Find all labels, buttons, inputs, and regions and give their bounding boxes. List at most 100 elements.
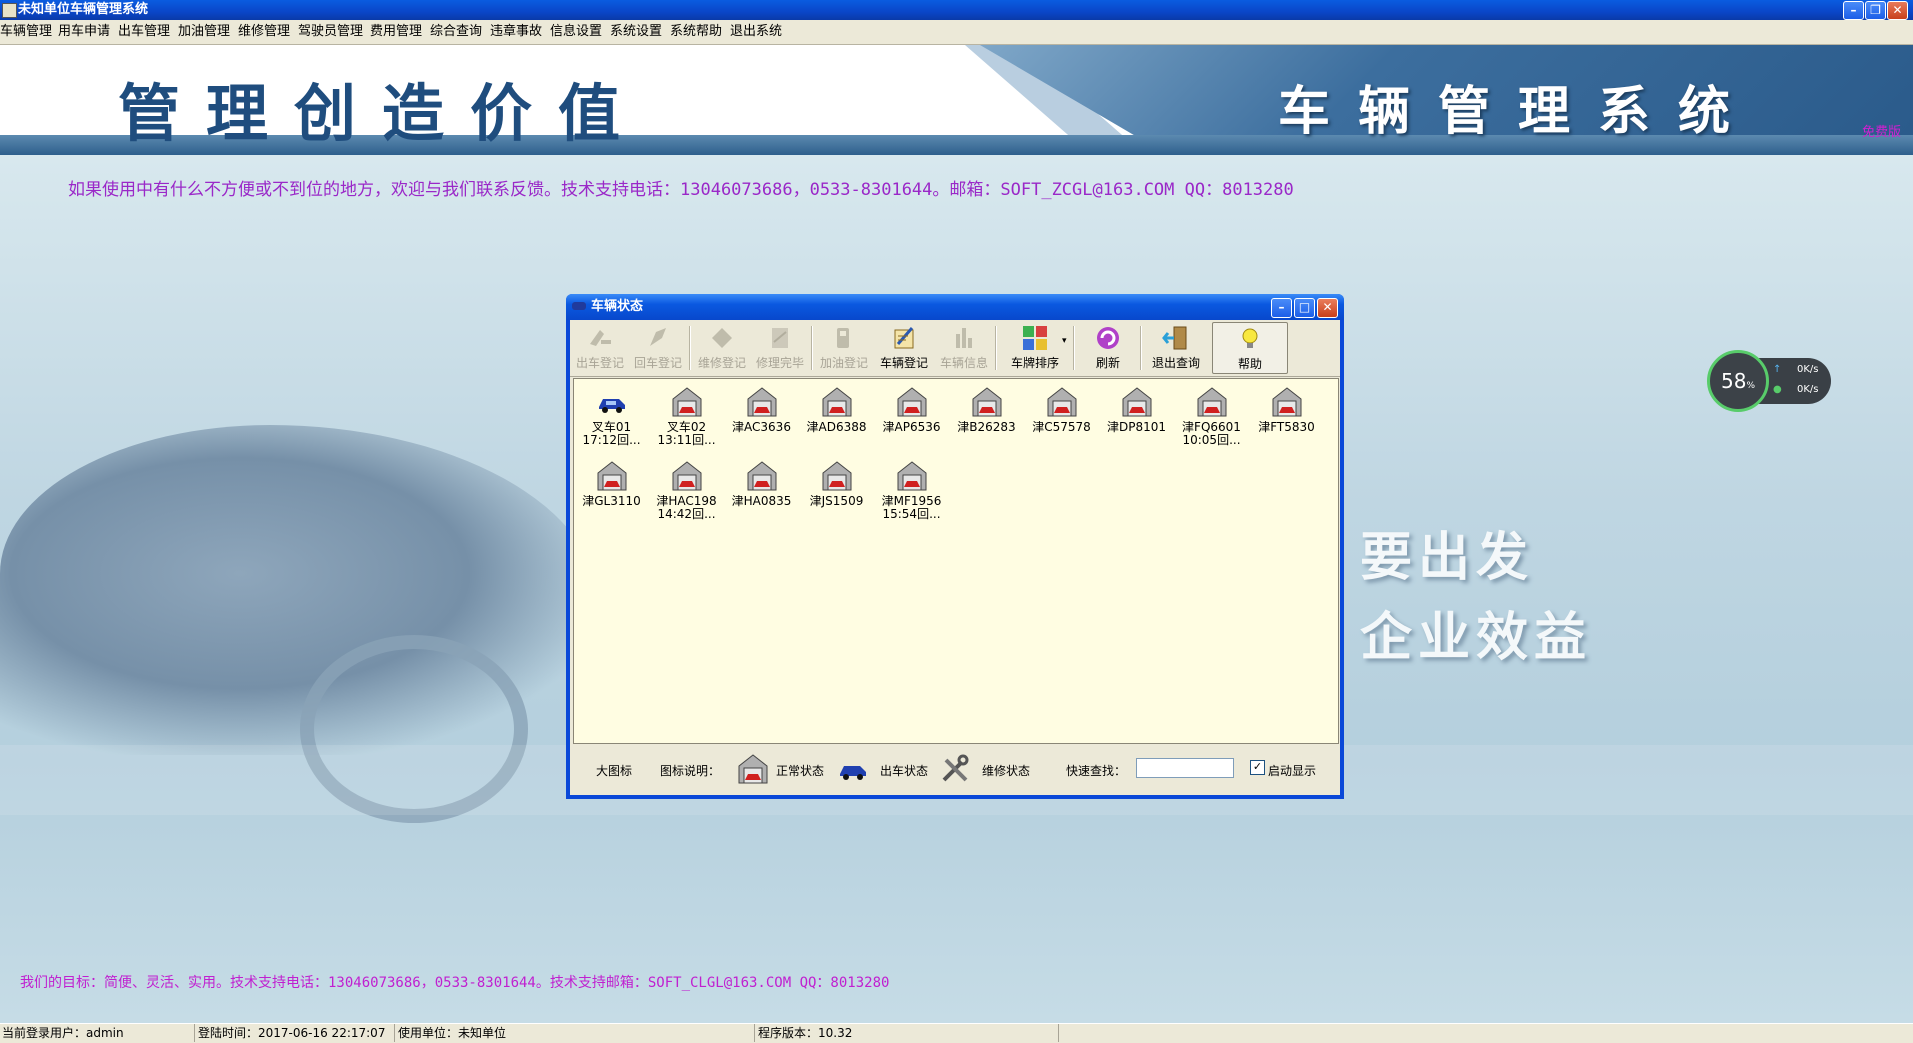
vehicle-item[interactable]: 津DP8101 <box>1099 385 1174 434</box>
repair-register-button[interactable]: 维修登记 <box>694 322 750 372</box>
menu-fuel[interactable]: 加油管理 <box>178 20 230 44</box>
menu-driver[interactable]: 驾驶员管理 <box>298 20 363 44</box>
status-unit: 使用单位：未知单位 <box>396 1024 755 1042</box>
vehicle-item[interactable]: 叉车01 17:12回... <box>574 385 649 447</box>
menu-info-settings[interactable]: 信息设置 <box>550 20 602 44</box>
garage-icon <box>738 754 768 784</box>
title-bar: 未知单位车辆管理系统 – ❐ ✕ <box>0 0 1913 20</box>
vehicle-item[interactable]: 津C57578 <box>1024 385 1099 434</box>
app-icon <box>2 3 17 18</box>
support-notice-top: 如果使用中有什么不方便或不到位的地方，欢迎与我们联系反馈。技术支持电话：1304… <box>68 180 1294 200</box>
vehicle-item[interactable]: 津HAC198 14:42回... <box>649 459 724 521</box>
restore-button[interactable]: ❐ <box>1865 1 1886 20</box>
usage-ring: 58% <box>1707 350 1769 412</box>
fuel-register-button[interactable]: 加油登记 <box>816 322 872 372</box>
register-icon <box>894 327 914 349</box>
vehicle-label: 津GL3110 <box>582 494 641 508</box>
garage-icon <box>822 461 851 491</box>
vehicle-label: 津HAC198 14:42回... <box>656 494 717 521</box>
vehicle-item[interactable]: 津AP6536 <box>874 385 949 434</box>
toolbar-separator <box>1140 326 1142 370</box>
menu-violation[interactable]: 违章事故 <box>490 20 542 44</box>
view-mode-button[interactable]: 大图标 <box>596 762 632 779</box>
dialog-title-bar[interactable]: 车辆状态 – □ ✕ <box>566 294 1344 320</box>
exit-query-button[interactable]: 退出查询 <box>1144 322 1208 372</box>
fuel-icon <box>837 328 849 348</box>
chevron-down-icon[interactable]: ▾ <box>1062 336 1067 346</box>
vehicle-item[interactable]: 津AD6388 <box>799 385 874 434</box>
menu-dispatch[interactable]: 出车管理 <box>118 20 170 44</box>
legend-normal: 正常状态 <box>776 764 825 778</box>
vehicle-item[interactable]: 津AC3636 <box>724 385 799 434</box>
vehicle-info-label: 车辆信息 <box>939 356 988 370</box>
car-icon <box>572 302 586 310</box>
menu-exit[interactable]: 退出系统 <box>730 20 782 44</box>
menu-vehicle-request[interactable]: 用车申请 <box>58 20 110 44</box>
exit-query-label: 退出查询 <box>1151 356 1200 370</box>
vehicle-item[interactable]: 津JS1509 <box>799 459 874 508</box>
dialog-body: 出车登记 回车登记 维修登记 修理完毕 加油登记 车辆登记 车辆信息 车牌排序 … <box>570 320 1340 795</box>
garage-icon <box>1197 387 1226 417</box>
banner: 管理创造价值 车辆管理系统 免费版 <box>0 45 1913 155</box>
network-speed-widget[interactable]: 58% ↑ 0K/s ● 0K/s <box>1707 350 1831 412</box>
vehicle-label: 津AD6388 <box>806 420 867 434</box>
vehicle-label: 津FT5830 <box>1258 420 1315 434</box>
menu-repair[interactable]: 维修管理 <box>238 20 290 44</box>
vehicle-label: 津MF1956 15:54回... <box>881 494 942 521</box>
vehicle-label: 津C57578 <box>1032 420 1091 434</box>
status-login-time: 登陆时间：2017-06-16 22:17:07 <box>196 1024 395 1042</box>
sort-icon <box>1023 326 1047 350</box>
dialog-maximize-button[interactable]: □ <box>1294 298 1315 318</box>
startup-display-checkbox[interactable]: ✓ <box>1250 760 1265 775</box>
vehicle-grid: 叉车01 17:12回... 叉车02 13:11回... 津AC3636 津A… <box>573 378 1339 744</box>
banner-system-name: 车辆管理系统 <box>1278 81 1759 142</box>
vehicle-register-button[interactable]: 车辆登记 <box>874 322 934 372</box>
menu-help[interactable]: 系统帮助 <box>670 20 722 44</box>
dialog-close-button[interactable]: ✕ <box>1317 298 1338 318</box>
menu-system-settings[interactable]: 系统设置 <box>610 20 662 44</box>
toolbar-separator <box>1073 326 1075 370</box>
quick-search-input[interactable] <box>1136 758 1234 778</box>
status-user: 当前登录用户：admin <box>0 1024 195 1042</box>
vehicle-info-button[interactable]: 车辆信息 <box>936 322 992 372</box>
usage-percent: 58 <box>1720 369 1747 393</box>
garage-icon <box>897 387 926 417</box>
vehicle-item[interactable]: 叉车02 13:11回... <box>649 385 724 447</box>
vehicle-item[interactable]: 津HA0835 <box>724 459 799 508</box>
vehicle-item[interactable]: 津FQ6601 10:05回... <box>1174 385 1249 447</box>
depart-register-button[interactable]: 出车登记 <box>572 322 628 372</box>
status-bar: 当前登录用户：admin 登陆时间：2017-06-16 22:17:07 使用… <box>0 1023 1913 1043</box>
help-label: 帮助 <box>1237 357 1262 371</box>
menu-expense[interactable]: 费用管理 <box>370 20 422 44</box>
startup-display-label: 启动显示 <box>1268 764 1317 778</box>
usage-unit: % <box>1746 381 1755 391</box>
toolbar-separator <box>811 326 813 370</box>
toolbar-separator <box>689 326 691 370</box>
vehicle-item[interactable]: 津B26283 <box>949 385 1024 434</box>
return-icon <box>650 328 666 346</box>
status-version: 程序版本：10.32 <box>756 1024 1059 1042</box>
vehicle-label: 叉车01 17:12回... <box>582 420 641 447</box>
menu-vehicle-management[interactable]: 车辆管理 <box>0 20 52 44</box>
support-notice-bottom: 我们的目标：简便、灵活、实用。技术支持电话：13046073686，0533-8… <box>20 975 890 991</box>
vehicle-label: 叉车02 13:11回... <box>657 420 716 447</box>
plate-sort-label: 车牌排序 <box>1010 356 1059 370</box>
banner-slogan: 管理创造价值 <box>118 77 647 150</box>
vehicle-item[interactable]: 津FT5830 <box>1249 385 1324 434</box>
upload-rate: 0K/s <box>1797 364 1819 375</box>
minimize-button[interactable]: – <box>1843 1 1864 20</box>
vehicle-item[interactable]: 津GL3110 <box>574 459 649 508</box>
close-button[interactable]: ✕ <box>1887 1 1908 20</box>
wrench-icon <box>942 754 969 782</box>
help-button[interactable]: 帮助 <box>1212 322 1288 374</box>
upload-arrow-icon: ↑ <box>1773 364 1782 375</box>
plate-sort-button[interactable]: 车牌排序 ▾ <box>1000 322 1070 372</box>
vehicle-label: 津AP6536 <box>882 420 941 434</box>
vehicle-item[interactable]: 津MF1956 15:54回... <box>874 459 949 521</box>
dialog-minimize-button[interactable]: – <box>1271 298 1292 318</box>
edition-link[interactable]: 免费版 <box>1862 121 1901 140</box>
return-register-button[interactable]: 回车登记 <box>630 322 686 372</box>
repair-done-button[interactable]: 修理完毕 <box>752 322 808 372</box>
menu-query[interactable]: 综合查询 <box>430 20 482 44</box>
refresh-button[interactable]: 刷新 <box>1080 322 1136 372</box>
